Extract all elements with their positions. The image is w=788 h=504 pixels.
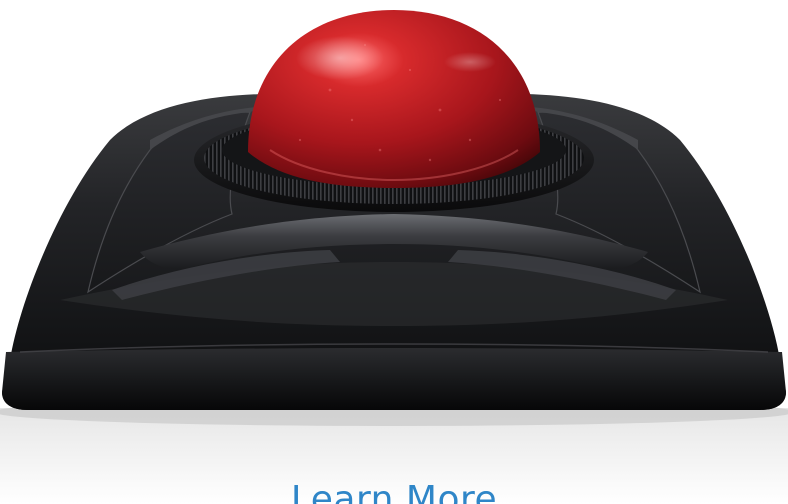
trackball-product-image bbox=[0, 10, 788, 504]
learn-more-link[interactable]: Learn More bbox=[0, 478, 788, 504]
product-hero: Learn More bbox=[0, 0, 788, 504]
